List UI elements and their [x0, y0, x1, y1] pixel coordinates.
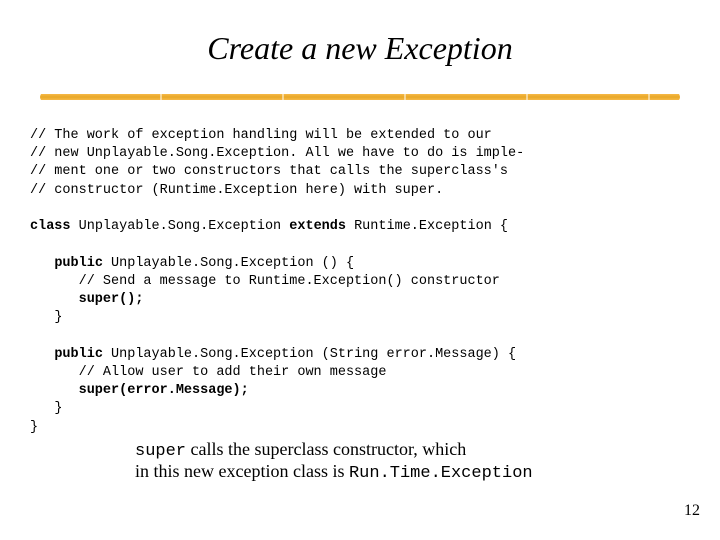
keyword-extends: extends	[289, 219, 346, 234]
caption-mono: super	[135, 442, 186, 461]
caption-text: calls the superclass constructor, which	[186, 439, 466, 459]
caption-mono: Run.Time.Exception	[349, 464, 533, 483]
comment-line: // ment one or two constructors that cal…	[30, 164, 508, 179]
ctor-comment: // Allow user to add their own message	[79, 365, 387, 380]
keyword-public: public	[54, 256, 103, 271]
parent-class: Runtime.Exception {	[346, 219, 508, 234]
comment-line: // The work of exception handling will b…	[30, 128, 492, 143]
title-underline	[40, 92, 680, 102]
keyword-class: class	[30, 219, 71, 234]
code-block: // The work of exception handling will b…	[30, 127, 680, 437]
ctor-close: }	[54, 310, 62, 325]
ctor-sig: Unplayable.Song.Exception () {	[103, 256, 354, 271]
keyword-super: super();	[79, 292, 144, 307]
keyword-super: super(error.Message);	[79, 383, 249, 398]
ctor-comment: // Send a message to Runtime.Exception()…	[79, 274, 500, 289]
slide-title: Create a new Exception	[40, 30, 680, 67]
caption: super calls the superclass constructor, …	[135, 439, 680, 483]
class-name: Unplayable.Song.Exception	[71, 219, 290, 234]
keyword-public: public	[54, 347, 103, 362]
comment-line: // constructor (Runtime.Exception here) …	[30, 183, 443, 198]
class-close: }	[30, 420, 38, 435]
caption-text: in this new exception class is	[135, 461, 349, 481]
page-number: 12	[684, 502, 700, 520]
comment-line: // new Unplayable.Song.Exception. All we…	[30, 146, 524, 161]
ctor-sig: Unplayable.Song.Exception (String error.…	[103, 347, 516, 362]
ctor-close: }	[54, 401, 62, 416]
